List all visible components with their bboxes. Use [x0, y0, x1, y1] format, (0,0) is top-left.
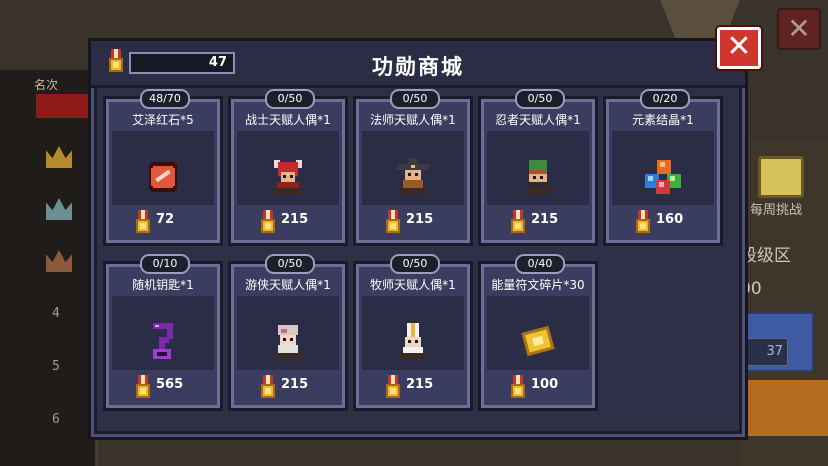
item-stock: 0/20 — [640, 89, 690, 109]
item-name: 战士天赋人偶*1 — [245, 113, 331, 127]
weekly-challenge-icon — [758, 156, 804, 198]
medal-icon — [259, 375, 277, 399]
medal-icon — [634, 210, 652, 234]
item-name: 能量符文碎片*30 — [491, 278, 585, 292]
rank-number-6: 6 — [52, 412, 60, 427]
item-stock: 0/50 — [390, 89, 440, 109]
item-stock: 0/50 — [390, 254, 440, 274]
item-price: 215 — [231, 207, 345, 233]
item-price: 160 — [606, 207, 720, 233]
orange-button — [740, 380, 828, 436]
shop-item-ninja-figurine[interactable]: 0/50 忍者天赋人偶*1 215 — [478, 89, 598, 246]
background-close-icon: ✕ — [777, 8, 821, 50]
item-name: 元素结晶*1 — [632, 113, 694, 127]
modal-title: 功勋商城 — [372, 55, 464, 79]
rank-header: 名次 — [34, 78, 59, 92]
shop-item-random-key[interactable]: 0/10 随机钥匙*1 565 — [103, 254, 223, 411]
medal-icon — [509, 375, 527, 399]
price-value: 215 — [281, 377, 309, 392]
item-price: 215 — [356, 372, 470, 398]
item-price: 100 — [481, 372, 595, 398]
shop-item-element-crystal[interactable]: 0/20 元素结晶*1 160 — [603, 89, 723, 246]
medal-icon — [384, 210, 402, 234]
red-stone-icon — [143, 156, 183, 196]
item-stock: 0/40 — [515, 254, 565, 274]
price-value: 215 — [531, 212, 559, 227]
medal-icon — [384, 375, 402, 399]
item-stock: 0/50 — [265, 89, 315, 109]
item-price: 72 — [106, 207, 220, 233]
item-price: 565 — [106, 372, 220, 398]
price-value: 72 — [156, 212, 175, 227]
item-name: 艾泽红石*5 — [132, 113, 194, 127]
mage-figurine-icon — [393, 156, 433, 196]
shop-item-red-stone[interactable]: 48/70 艾泽红石*5 72 — [103, 89, 223, 246]
warrior-figurine-icon — [268, 156, 308, 196]
element-crystal-icon — [643, 156, 683, 196]
item-stock: 0/10 — [140, 254, 190, 274]
item-stock: 0/50 — [265, 254, 315, 274]
price-value: 215 — [281, 212, 309, 227]
item-name: 忍者天赋人偶*1 — [495, 113, 581, 127]
rank-header-bar — [36, 94, 92, 118]
medal-icon — [134, 210, 152, 234]
random-key-icon — [143, 321, 183, 361]
shop-item-ranger-figurine[interactable]: 0/50 游侠天赋人偶*1 215 — [228, 254, 348, 411]
ranger-figurine-icon — [268, 321, 308, 361]
close-button[interactable]: ✕ — [717, 27, 761, 69]
shop-item-priest-figurine[interactable]: 0/50 牧师天赋人偶*1 215 — [353, 254, 473, 411]
price-value: 215 — [406, 377, 434, 392]
modal-header: 47 功勋商城 — [91, 41, 745, 88]
price-value: 565 — [156, 377, 184, 392]
price-value: 100 — [531, 377, 559, 392]
shop-item-warrior-figurine[interactable]: 0/50 战士天赋人偶*1 215 — [228, 89, 348, 246]
rank-number-5: 5 — [52, 359, 60, 374]
medal-icon — [259, 210, 277, 234]
shop-item-mage-figurine[interactable]: 0/50 法师天赋人偶*1 215 — [353, 89, 473, 246]
item-price: 215 — [231, 372, 345, 398]
ninja-figurine-icon — [518, 156, 558, 196]
item-price: 215 — [356, 207, 470, 233]
shop-item-rune-shard[interactable]: 0/40 能量符文碎片*30 100 — [478, 254, 598, 411]
item-name: 法师天赋人偶*1 — [370, 113, 456, 127]
medal-icon — [509, 210, 527, 234]
price-value: 160 — [656, 212, 684, 227]
item-price: 215 — [481, 207, 595, 233]
price-value: 215 — [406, 212, 434, 227]
box-value: 37 — [742, 338, 788, 366]
item-name: 游侠天赋人偶*1 — [245, 278, 331, 292]
rune-shard-icon — [518, 321, 558, 361]
rank-number-4: 4 — [52, 306, 60, 321]
merit-shop-modal: 47 功勋商城 ✕ 48/70 艾泽红石*5 72 0/50 战士天赋人偶*1 … — [88, 27, 761, 440]
close-icon: ✕ — [726, 29, 752, 64]
item-name: 随机钥匙*1 — [132, 278, 194, 292]
item-stock: 48/70 — [140, 89, 190, 109]
item-name: 牧师天赋人偶*1 — [370, 278, 456, 292]
medal-icon — [134, 375, 152, 399]
item-stock: 0/50 — [515, 89, 565, 109]
weekly-challenge-label: 每周挑战 — [750, 203, 803, 218]
priest-figurine-icon — [393, 321, 433, 361]
